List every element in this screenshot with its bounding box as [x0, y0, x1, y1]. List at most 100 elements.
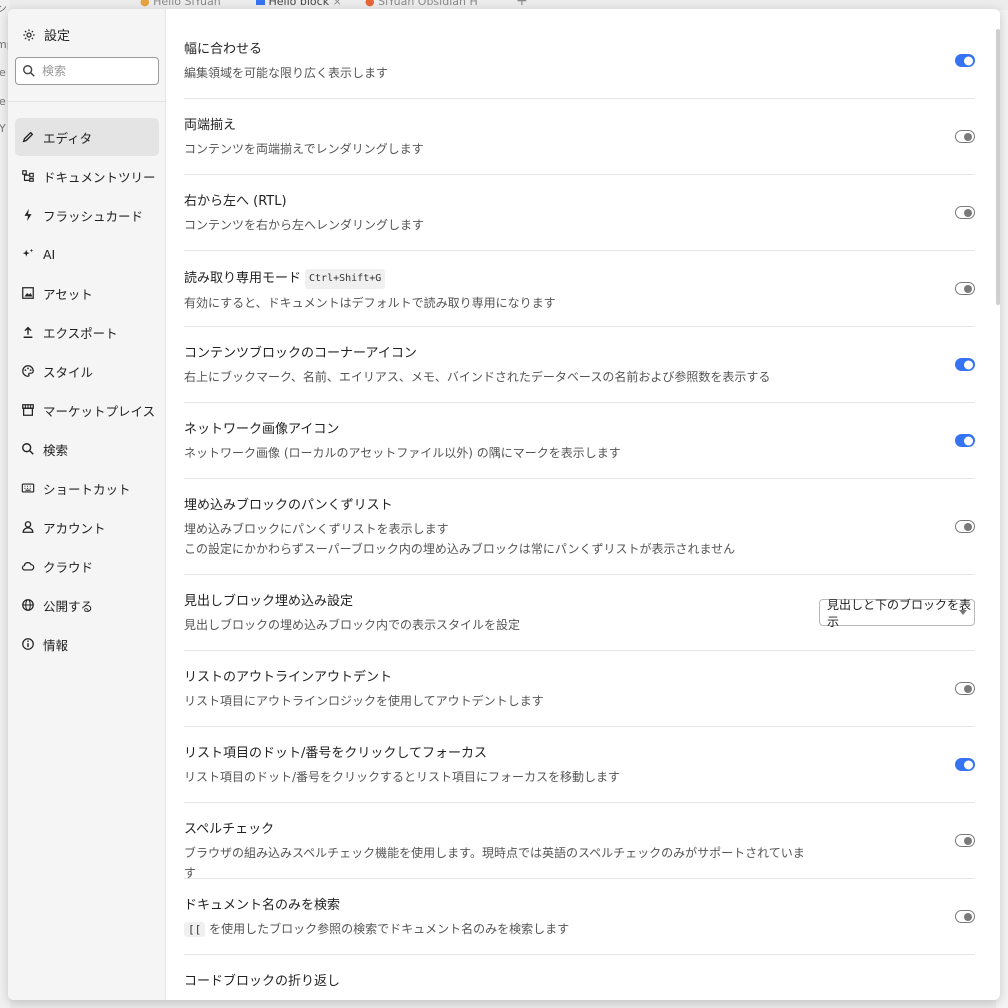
- setting-description-line: リスト項目のドット/番号をクリックするとリスト項目にフォーカスを移動します: [184, 770, 621, 784]
- setting-description-line: リスト項目にアウトラインロジックを使用してアウトデントします: [184, 694, 544, 708]
- sidebar-item[interactable]: スタイル: [15, 352, 159, 390]
- setting-description-line: コンテンツを右から左へレンダリングします: [184, 218, 425, 232]
- settings-content-panel[interactable]: 幅に合わせる編集領域を可能な限り広く表示します 両端揃えコンテンツを両端揃えでレン…: [166, 9, 1000, 1000]
- setting-row: 幅に合わせる編集領域を可能な限り広く表示します: [184, 23, 975, 99]
- pencil-icon: [21, 130, 35, 144]
- toggle-knob: [964, 284, 972, 293]
- setting-toggle[interactable]: [955, 758, 975, 771]
- setting-title: 幅に合わせる: [184, 41, 815, 59]
- sidebar-item[interactable]: アセット: [15, 274, 159, 312]
- background-tab[interactable]: ● Hello SiYuan: [140, 0, 221, 8]
- setting-row: リストのアウトラインアウトデントリスト項目にアウトラインロジックを使用してアウト…: [184, 651, 975, 727]
- sidebar-item-label: フラッシュカード: [43, 208, 144, 224]
- setting-row: コードブロックの折り返し: [184, 955, 975, 1000]
- setting-title-text: コードブロックの折り返し: [184, 974, 341, 989]
- setting-row: ネットワーク画像アイコン ネットワーク画像 (ローカルのアセットファイル以外) の…: [184, 403, 975, 479]
- sidebar-item[interactable]: AI: [15, 235, 159, 273]
- sidebar-item[interactable]: 検索: [15, 430, 159, 468]
- setting-description: 有効にすると、ドキュメントはデフォルトで読み取り専用になります: [184, 293, 815, 313]
- setting-toggle[interactable]: [955, 282, 975, 295]
- background-tab[interactable]: Hello block ×: [256, 0, 342, 8]
- setting-title: 読み取り専用モード Ctrl+Shift+G: [184, 269, 815, 289]
- search-icon: [22, 64, 36, 78]
- sidebar-item[interactable]: ショートカット: [15, 469, 159, 507]
- user-icon: [21, 520, 35, 534]
- sidebar-divider: [8, 101, 165, 102]
- sidebar-item[interactable]: 情報: [15, 625, 159, 663]
- sidebar-item-label: エクスポート: [43, 325, 118, 341]
- setting-description-line: を使用したブロック参照の検索でドキュメント名のみを検索します: [209, 922, 570, 936]
- setting-row: ドキュメント名のみを検索 [[ を使用したブロック参照の検索でドキュメント名のみを…: [184, 879, 975, 955]
- setting-title: コンテンツブロックのコーナーアイコン: [184, 345, 815, 363]
- setting-title-text: リスト項目のドット/番号をクリックしてフォーカス: [184, 746, 487, 761]
- toggle-knob: [964, 760, 973, 769]
- heading-embed-select[interactable]: 見出しと下のブロックを表示: [819, 598, 975, 629]
- store-icon: [21, 403, 35, 417]
- setting-row: 読み取り専用モード Ctrl+Shift+G 有効にすると、ドキュメントはデフォルト…: [184, 251, 975, 327]
- setting-toggle[interactable]: [955, 358, 975, 371]
- code-snippet: [[: [184, 922, 206, 937]
- sidebar-item-label: AI: [43, 246, 56, 262]
- image-icon: [21, 286, 35, 300]
- setting-title-text: 読み取り専用モード: [184, 271, 302, 286]
- setting-title-text: 埋め込みブロックのパンくずリスト: [184, 498, 393, 513]
- sidebar-item[interactable]: クラウド: [15, 547, 159, 585]
- sidebar-item[interactable]: 公開する: [15, 586, 159, 624]
- setting-description: ブラウザの組み込みスペルチェック機能を使用します。現時点では英語のスペルチェック…: [184, 843, 815, 883]
- setting-row: リスト項目のドット/番号をクリックしてフォーカスリスト項目のドット/番号をクリッ…: [184, 727, 975, 803]
- toggle-knob: [964, 208, 972, 217]
- setting-toggle[interactable]: [955, 520, 975, 533]
- sidebar-item[interactable]: フラッシュカード: [15, 196, 159, 234]
- setting-toggle[interactable]: [955, 910, 975, 923]
- setting-description: 編集領域を可能な限り広く表示します: [184, 63, 815, 83]
- sidebar-nav: エディタドキュメントツリー フラッシュカード AI アセットエクスポート スタイルマーケ…: [15, 118, 159, 664]
- tree-icon: [21, 169, 35, 183]
- setting-title-text: 見出しブロック埋め込み設定: [184, 594, 354, 609]
- globe-icon: [21, 598, 35, 612]
- upload-icon: [21, 325, 35, 339]
- setting-toggle[interactable]: [955, 206, 975, 219]
- settings-title: 設定: [44, 29, 71, 44]
- setting-description: [[ を使用したブロック参照の検索でドキュメント名のみを検索します: [184, 919, 815, 940]
- setting-title: 両端揃え: [184, 117, 815, 135]
- settings-dialog: 設定 エディタドキュメントツリーフラッシュカード AI アセットエクスポートスタイル…: [8, 9, 1000, 1000]
- setting-title-text: 右から左へ (RTL): [184, 194, 287, 209]
- setting-description-line: この設定にかかわらずスーパーブロック内の埋め込みブロックは常にパンくずリストが表…: [184, 542, 736, 556]
- settings-search-box[interactable]: [15, 57, 159, 85]
- setting-row: 見出しブロック埋め込み設定 見出しブロックの埋め込みブロック内での表示スタイルを設…: [184, 575, 975, 651]
- setting-description-line: 有効にすると、ドキュメントはデフォルトで読み取り専用になります: [184, 296, 556, 310]
- setting-description: リスト項目にアウトラインロジックを使用してアウトデントします: [184, 691, 815, 711]
- toggle-knob: [964, 436, 973, 445]
- sidebar-item[interactable]: エクスポート: [15, 313, 159, 351]
- sidebar-item[interactable]: エディタ: [15, 118, 159, 156]
- sidebar-item[interactable]: アカウント: [15, 508, 159, 546]
- setting-title: 埋め込みブロックのパンくずリスト: [184, 497, 815, 515]
- setting-description-line: コンテンツを両端揃えでレンダリングします: [184, 142, 424, 156]
- sidebar-item-label: スタイル: [43, 364, 94, 380]
- setting-row: 両端揃えコンテンツを両端揃えでレンダリングします: [184, 99, 975, 175]
- search-input[interactable]: [42, 64, 152, 78]
- sidebar-item-label: ドキュメントツリー: [43, 169, 156, 185]
- setting-toggle[interactable]: [955, 834, 975, 847]
- tab-close-icon[interactable]: ×: [333, 0, 342, 8]
- scrollbar[interactable]: [996, 29, 1000, 305]
- setting-description: コンテンツを両端揃えでレンダリングします: [184, 139, 815, 159]
- setting-toggle[interactable]: [955, 54, 975, 67]
- setting-toggle[interactable]: [955, 130, 975, 143]
- add-tab-icon[interactable]: +: [516, 0, 528, 9]
- setting-title-text: リストのアウトラインアウトデント: [184, 670, 393, 685]
- sidebar-item-label: エディタ: [43, 130, 93, 146]
- sidebar-item[interactable]: ドキュメントツリー: [15, 157, 159, 195]
- setting-toggle[interactable]: [955, 434, 975, 447]
- sidebar-item[interactable]: マーケットプレイス: [15, 391, 159, 429]
- sidebar-item-label: クラウド: [43, 559, 94, 575]
- settings-header: 設定: [22, 25, 70, 44]
- setting-description: ネットワーク画像 (ローカルのアセットファイル以外) の隅にマークを表示します: [184, 443, 815, 463]
- setting-row: コンテンツブロックのコーナーアイコン 右上にブックマーク、名前、エイリアス、メモ、…: [184, 327, 975, 403]
- setting-toggle[interactable]: [955, 682, 975, 695]
- setting-title-text: 幅に合わせる: [184, 42, 263, 57]
- background-tab[interactable]: ● SiYuan Obsidian H: [365, 0, 478, 8]
- toggle-knob: [964, 522, 972, 531]
- sidebar-item-label: ショートカット: [43, 481, 131, 497]
- setting-title: スペルチェック: [184, 821, 815, 839]
